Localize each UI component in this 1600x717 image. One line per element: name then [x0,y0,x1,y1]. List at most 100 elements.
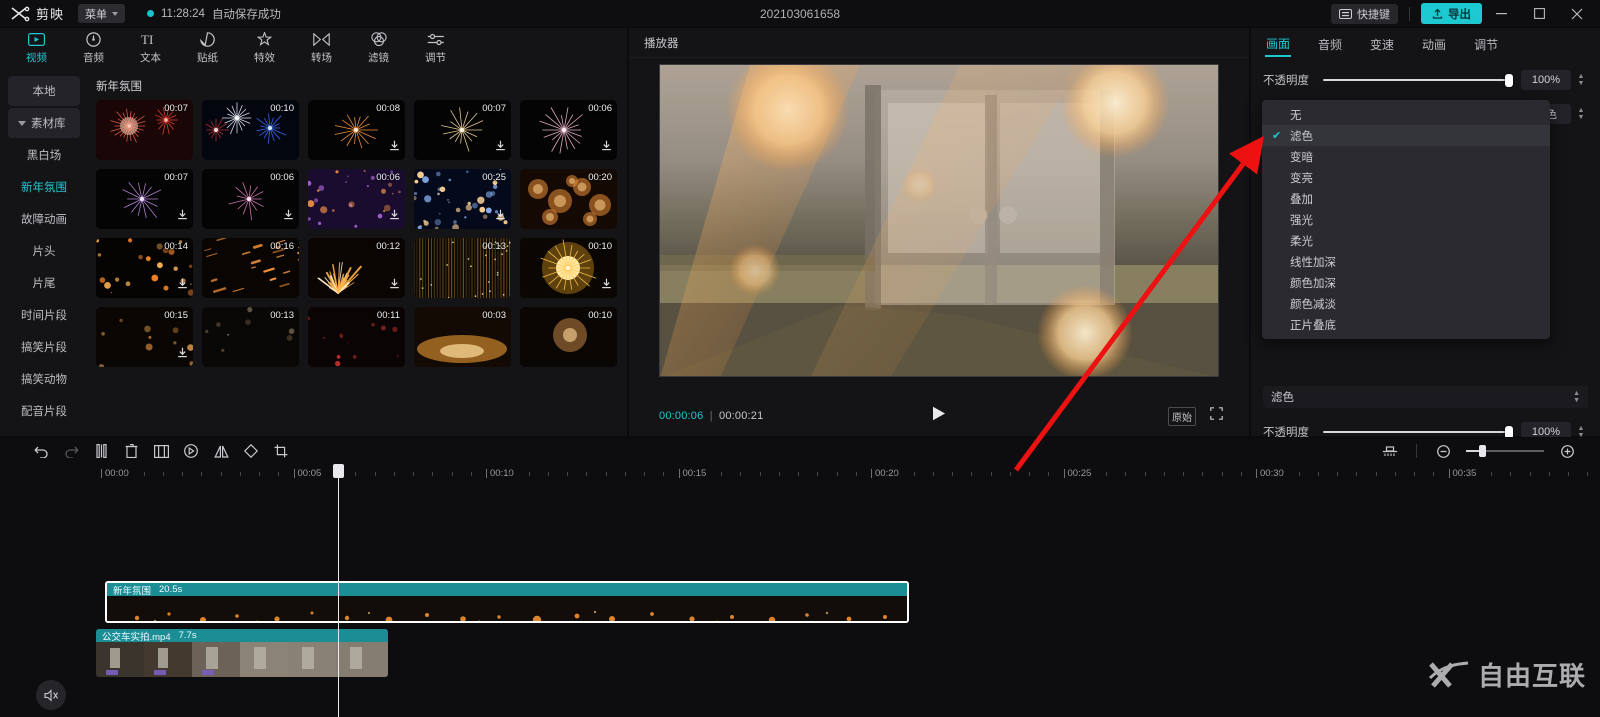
playhead-handle[interactable] [333,464,344,478]
menu-button[interactable]: 菜单 [78,4,125,23]
rotate-icon[interactable] [236,438,266,464]
download-icon[interactable] [283,207,294,225]
media-item[interactable]: 00:20 [520,169,617,229]
sidebar-item-glitch[interactable]: 故障动画 [8,204,80,234]
media-item[interactable]: 00:25 [414,169,511,229]
sidebar-item-opening[interactable]: 片头 [8,236,80,266]
redo-icon[interactable] [56,438,86,464]
download-icon[interactable] [177,276,188,294]
shortcuts-button[interactable]: 快捷键 [1331,4,1398,24]
sidebar-item-funnyclip[interactable]: 搞笑片段 [8,332,80,362]
download-icon[interactable] [177,345,188,363]
blend-mode-option[interactable]: 颜色加深 [1262,272,1550,293]
media-item[interactable]: 00:10 [520,238,617,298]
export-button[interactable]: 导出 [1421,3,1482,24]
tab-audio[interactable]: 音频 [1317,33,1343,56]
nav-tab-audio[interactable]: 音频 [65,28,122,68]
nav-tab-filter[interactable]: 滤镜 [350,28,407,68]
media-item[interactable]: 00:15 [96,307,193,367]
fullscreen-button[interactable] [1210,407,1223,425]
sidebar-item-blackwhite[interactable]: 黑白场 [8,140,80,170]
blend-mode-dropdown[interactable]: 无 ✔ 滤色 变暗 变亮 叠加 强光 柔光 线性加深 颜色加深 颜色减淡 正片叠底 [1262,100,1550,339]
sidebar-item-dubclip[interactable]: 配音片段 [8,396,80,426]
reverse-icon[interactable] [176,438,206,464]
timeline-ruler[interactable]: 00:00 00:05 00:10 00:15 00:20 00:25 00:30 00:35 [0,464,1600,486]
download-icon[interactable] [601,138,612,156]
blend-mode-option[interactable]: 线性加深 [1262,251,1550,272]
media-item[interactable]: 00:06 [308,169,405,229]
media-item[interactable]: 00:07 [96,100,193,160]
nav-tab-video[interactable]: 视频 [8,28,65,68]
nav-tab-effects[interactable]: 特效 [236,28,293,68]
media-item[interactable]: 00:16 [202,238,299,298]
media-item[interactable]: 00:10 [520,307,617,367]
media-item[interactable]: 00:10 [202,100,299,160]
blend-mode-option[interactable]: 正片叠底 [1262,314,1550,335]
download-icon[interactable] [495,138,506,156]
download-icon[interactable] [389,138,400,156]
download-icon[interactable] [389,276,400,294]
undo-icon[interactable] [26,438,56,464]
blend-mode-option[interactable]: 变亮 [1262,167,1550,188]
video-preview-stage[interactable] [659,64,1219,377]
timeline-playhead[interactable] [338,464,339,717]
mix-mode-select[interactable]: 滤色 ▲ ▼ [1263,386,1588,408]
blend-mode-option[interactable]: 无 [1262,104,1550,125]
tab-picture[interactable]: 画面 [1265,32,1291,57]
ratio-button[interactable]: 原始 [1168,407,1196,426]
download-icon[interactable] [601,276,612,294]
split-icon[interactable] [86,438,116,464]
nav-tab-transition[interactable]: 转场 [293,28,350,68]
blend-mode-option[interactable]: 强光 [1262,209,1550,230]
freeze-frame-icon[interactable] [146,438,176,464]
download-icon[interactable] [177,207,188,225]
timeline-clip-overlay[interactable]: 公交车实拍.mp4 7.7s [96,629,388,677]
tab-speed[interactable]: 变速 [1369,33,1395,56]
media-item[interactable]: 00:11 [308,307,405,367]
media-item[interactable]: 00:03 [414,307,511,367]
slider-knob[interactable] [1505,74,1513,87]
tab-animation[interactable]: 动画 [1421,33,1447,56]
download-icon[interactable] [389,207,400,225]
blend-mode-option[interactable]: 颜色减淡 [1262,293,1550,314]
blend-mode-option[interactable]: 叠加 [1262,188,1550,209]
sidebar-item-ending[interactable]: 片尾 [8,268,80,298]
media-item[interactable]: 00:07 [96,169,193,229]
media-item[interactable]: 00:08 [308,100,405,160]
zoom-out-icon[interactable] [1428,438,1458,464]
sidebar-item-newyear[interactable]: 新年氛围 [8,172,80,202]
sidebar-item-funnyanimal[interactable]: 搞笑动物 [8,364,80,394]
mirror-icon[interactable] [206,438,236,464]
blend-stepper[interactable]: ▲ ▼ [1574,107,1588,121]
zoom-knob[interactable] [1479,445,1486,457]
blend-mode-option[interactable]: ✔ 滤色 [1262,125,1550,146]
nav-tab-text[interactable]: TI 文本 [122,28,179,68]
media-item[interactable]: 00:06 [202,169,299,229]
timeline-zoom-slider[interactable] [1466,444,1544,458]
opacity-slider-top[interactable] [1323,73,1513,87]
media-item[interactable]: 00:13 [202,307,299,367]
media-item[interactable]: 00:06 [520,100,617,160]
play-button[interactable] [932,406,946,426]
delete-icon[interactable] [116,438,146,464]
media-item[interactable]: 00:13 [414,238,511,298]
nav-tab-adjust[interactable]: 调节 [407,28,464,68]
blend-mode-option[interactable]: 柔光 [1262,230,1550,251]
opacity-stepper-top[interactable]: ▲ ▼ [1574,73,1588,87]
close-button[interactable] [1558,0,1596,28]
media-item[interactable]: 00:14 [96,238,193,298]
sidebar-item-local[interactable]: 本地 [8,76,80,106]
blend-mode-option[interactable]: 变暗 [1262,146,1550,167]
zoom-in-icon[interactable] [1552,438,1582,464]
maximize-button[interactable] [1520,0,1558,28]
media-grid-container[interactable]: 新年氛围 00:07 00:10 00:08 00:07 00:06 00:07 00:06… [88,68,627,436]
opacity-value-top[interactable]: 100% [1521,70,1571,90]
tab-adjust[interactable]: 调节 [1473,33,1499,56]
track-mute-button[interactable] [36,680,66,710]
timeline-clip-main[interactable]: 新年氛围 20.5s [105,581,909,623]
fit-timeline-icon[interactable] [1375,438,1405,464]
media-item[interactable]: 00:07 [414,100,511,160]
download-icon[interactable] [495,207,506,225]
media-item[interactable]: 00:12 [308,238,405,298]
minimize-button[interactable] [1482,0,1520,28]
